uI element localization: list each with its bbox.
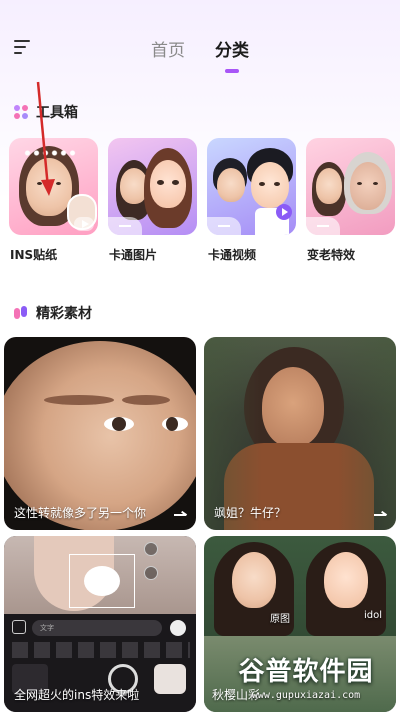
tab-bar: 首页 分类 [0,36,400,61]
aging-effect-badge [306,217,340,235]
tools-row: INS贴纸 卡通图片 卡通视频 变老特效 [9,138,395,263]
search-placeholder: 文字 [40,624,54,632]
search-input[interactable]: 文字 [32,620,162,636]
before-label: 原图 [270,614,290,625]
sticker-grid-icon [12,620,26,634]
cartoon-video-badge [207,217,241,235]
aging-effect-thumbnail [306,138,395,235]
cat-sticker-icon [84,566,120,596]
toolbox-icon [14,105,28,119]
tool-aging-effect[interactable]: 变老特效 [306,138,395,263]
tool-cartoon-image[interactable]: 卡通图片 [108,138,197,263]
play-icon [276,204,292,220]
watermark-url: www.gupuxiazai.com [251,690,361,701]
play-icon [74,217,94,231]
share-arrow-icon[interactable] [374,510,386,516]
materials-icon [14,306,28,320]
material-card-ins-effect[interactable]: 文字 全网超火的ins特效来啦 [4,536,196,712]
sticker-row [12,642,190,658]
tab-home[interactable]: 首页 [147,36,189,61]
annotation-arrow-icon [36,81,55,196]
materials-section-header: 精彩素材 [14,303,92,323]
material-caption: 这性转就像多了另一个你 [14,506,147,520]
tool-label: 卡通视频 [208,248,257,262]
material-card-cowgirl[interactable]: 飒姐？牛仔？ [204,337,396,530]
share-arrow-icon[interactable] [174,510,186,516]
material-card-gender-swap[interactable]: 这性转就像多了另一个你 [4,337,196,530]
site-watermark: 谷普软件园 www.gupuxiazai.com [216,644,396,708]
after-label: idol [364,610,383,621]
material-caption: 飒姐？牛仔？ [214,506,287,520]
materials-section-title: 精彩素材 [36,306,92,322]
cartoon-video-thumbnail [207,138,296,235]
magnifier-photo [4,341,196,530]
material-caption: 全网超火的ins特效来啦 [14,688,140,702]
tool-label: 卡通图片 [109,248,158,262]
cartoon-image-badge [108,217,142,235]
tool-label: 变老特效 [307,248,356,262]
tool-label: INS贴纸 [10,248,58,262]
watermark-title: 谷普软件园 [238,657,374,687]
tool-cartoon-video[interactable]: 卡通视频 [207,138,296,263]
cartoon-image-thumbnail [108,138,197,235]
tab-categories[interactable]: 分类 [211,36,253,61]
top-bar: 首页 分类 [0,0,400,90]
